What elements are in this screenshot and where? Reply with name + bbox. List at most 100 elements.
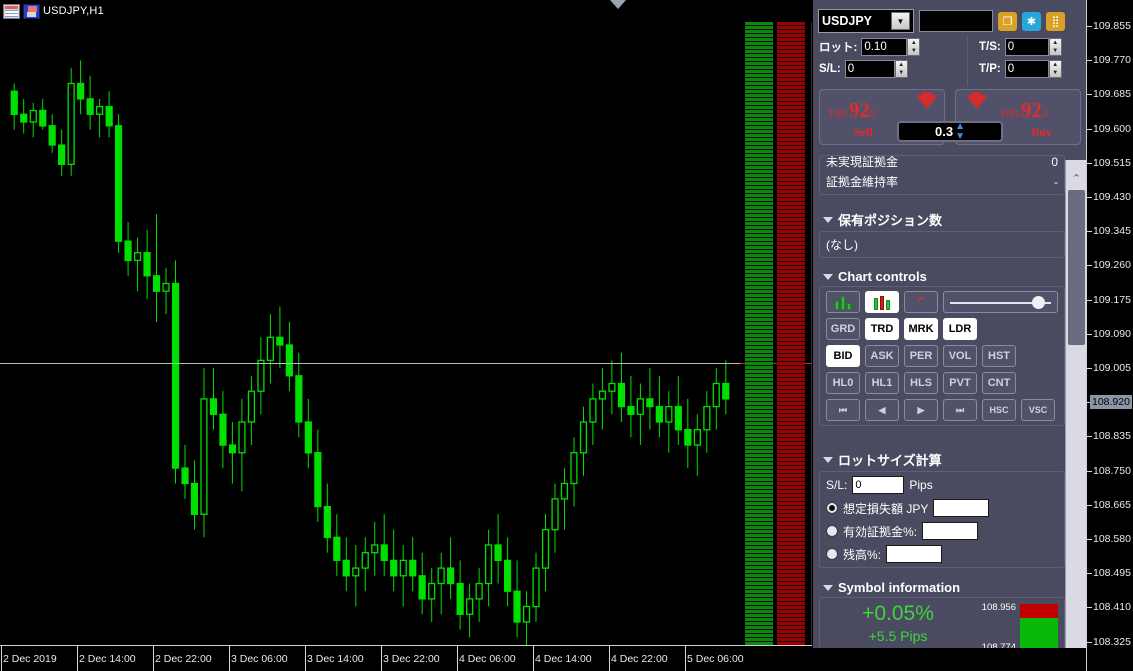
chart-control-grd-button[interactable]: GRD — [826, 318, 860, 340]
spread-spin-icon[interactable]: ▲ ▼ — [955, 121, 965, 142]
margin-section: 未実現証拠金 0 証拠金維持率 - — [819, 155, 1065, 195]
symbol-blank-field[interactable] — [919, 10, 993, 32]
lot-calc-option-1-label: 有効証拠金%: — [843, 524, 918, 539]
sl-input[interactable]: 0 — [844, 60, 895, 78]
lot-stepper[interactable]: ▲ ▼ — [907, 38, 921, 56]
chart-control-vsc-button[interactable]: VSC — [1021, 399, 1055, 421]
tp-stepper[interactable]: ▲ ▼ — [1048, 60, 1062, 78]
chart-controls-header-label: Chart controls — [838, 269, 927, 284]
chart-controls-row-5: ⏮ ◀ ▶ ⏭ HSC VSC — [826, 399, 1058, 421]
positions-header[interactable]: 保有ポジション数 — [819, 208, 1065, 231]
price-label: 109.770 — [1093, 54, 1131, 67]
line-mode-icon[interactable]: ⌃ — [904, 291, 938, 313]
chart-plot-area[interactable] — [0, 22, 740, 645]
chart-control-per-button[interactable]: PER — [904, 345, 938, 367]
chart-control--button[interactable]: ⏭ — [943, 399, 977, 421]
chart-control--button[interactable]: ◀ — [865, 399, 899, 421]
sl-stepper[interactable]: ▲ ▼ — [894, 60, 908, 78]
chart-control-bid-button[interactable]: BID — [826, 345, 860, 367]
lot-calc-sl-label: S/L: — [826, 478, 848, 492]
sell-label: Sell — [854, 125, 873, 139]
lot-calc-option-2-label: 残高%: — [843, 547, 882, 562]
chevron-down-icon[interactable]: ▼ — [891, 12, 910, 30]
zoom-slider[interactable] — [943, 291, 1058, 313]
lot-calc-option-0-input[interactable] — [933, 499, 990, 517]
ts-input[interactable]: 0 — [1004, 38, 1049, 56]
chart-control--button[interactable]: ⏮ — [826, 399, 860, 421]
sell-arrow-down-icon — [916, 95, 938, 109]
price-label: 108.580 — [1093, 533, 1131, 545]
window-icon[interactable] — [3, 3, 20, 19]
positions-value: (なし) — [826, 238, 858, 252]
ts-stepper[interactable]: ▲ ▼ — [1048, 38, 1062, 56]
chart-control--button[interactable]: ▶ — [904, 399, 938, 421]
depth-column-green — [745, 22, 773, 645]
lot-label: ロット: — [819, 42, 858, 54]
chart-control-hst-button[interactable]: HST — [982, 345, 1016, 367]
caret-down-icon[interactable] — [823, 273, 833, 280]
chart-controls-header[interactable]: Chart controls — [819, 267, 1065, 286]
positions-body: (なし) — [819, 231, 1065, 258]
time-tick — [77, 646, 78, 671]
symbol-info-change: +0.05% +5.5 Pips — [826, 602, 970, 644]
chart-control-ask-button[interactable]: ASK — [865, 345, 899, 367]
chart-control-cnt-button[interactable]: CNT — [982, 372, 1016, 394]
chart-controls-row-4: HL0 HL1 HLS PVT CNT — [826, 372, 1058, 394]
caret-down-icon[interactable] — [823, 216, 833, 223]
scrollbar-thumb[interactable] — [1068, 190, 1085, 345]
chart-control-ldr-button[interactable]: LDR — [943, 318, 977, 340]
bar-mode-icon[interactable] — [865, 291, 899, 313]
duplicate-icon[interactable]: ❐ — [998, 11, 1017, 31]
lot-calc-option-2-input[interactable] — [886, 545, 943, 563]
lot-calc-option-0[interactable]: 想定損失額 JPY — [826, 499, 1058, 517]
chart-control-hls-button[interactable]: HLS — [904, 372, 938, 394]
lot-calc-option-2[interactable]: 残高%: — [826, 545, 1058, 563]
radio-equity-percent[interactable] — [826, 525, 838, 537]
tp-label: T/P: — [979, 63, 1001, 75]
trade-panel: USDJPY ▼ ❐ ✱ ⣿ ロット: 0.10 ▲ ▼ S/L: 0 ▲ ▼ T/… — [813, 0, 1086, 671]
lot-calc-body: S/L: 0 Pips 想定損失額 JPY 有効証拠金%: 残高%: — [819, 471, 1065, 568]
chart-control-hl1-button[interactable]: HL1 — [865, 372, 899, 394]
time-axis: 2 Dec 2019 2 Dec 14:00 2 Dec 22:00 3 Dec 06… — [0, 645, 812, 671]
lot-calc-option-1-input[interactable] — [922, 522, 979, 540]
panel-scrollbar[interactable]: ⌃ ⌄ — [1065, 160, 1086, 671]
price-tick — [1087, 607, 1092, 609]
price-label: 109.855 — [1093, 20, 1131, 32]
chart-control-mrk-button[interactable]: MRK — [904, 318, 938, 340]
tp-input[interactable]: 0 — [1004, 60, 1049, 78]
caret-down-icon[interactable] — [823, 584, 833, 591]
caret-down-icon[interactable] — [823, 456, 833, 463]
scroll-up-icon[interactable]: ⌃ — [1066, 168, 1086, 189]
lot-calc-sl-input[interactable]: 0 — [852, 476, 905, 494]
sell-price-big: 92 — [849, 98, 870, 122]
chart-control-pvt-button[interactable]: PVT — [943, 372, 977, 394]
chart-control-trd-button[interactable]: TRD — [865, 318, 899, 340]
lot-calc-header[interactable]: ロットサイズ計算 — [819, 448, 1065, 471]
grid-icon[interactable]: ⣿ — [1046, 11, 1065, 31]
unrealized-margin-value: 0 — [1051, 156, 1058, 169]
spread-stepper[interactable]: 0.3 ▲ ▼ — [897, 121, 1003, 142]
radio-balance-percent[interactable] — [826, 548, 838, 560]
symbol-info-header[interactable]: Symbol information — [819, 578, 1065, 597]
gear-icon[interactable]: ✱ — [1022, 11, 1041, 31]
price-label: 109.515 — [1093, 156, 1131, 169]
price-axis[interactable]: 109.855 109.770 109.685 109.600 109.515 109.4… — [1086, 0, 1133, 671]
candle-mode-icon[interactable] — [826, 291, 860, 313]
sell-price-last: 0 — [870, 106, 876, 120]
lot-calc-option-1[interactable]: 有効証拠金%: — [826, 522, 1058, 540]
lot-input[interactable]: 0.10 — [861, 38, 908, 56]
zoom-slider-knob[interactable] — [1032, 296, 1045, 309]
save-icon[interactable] — [23, 3, 40, 19]
time-label: 2 Dec 22:00 — [155, 653, 212, 665]
symbol-select[interactable]: USDJPY ▼ — [818, 9, 914, 33]
chart-control-vol-button[interactable]: VOL — [943, 345, 977, 367]
chart-control-hsc-button[interactable]: HSC — [982, 399, 1016, 421]
chart-control-hl0-button[interactable]: HL0 — [826, 372, 860, 394]
order-fields: ロット: 0.10 ▲ ▼ S/L: 0 ▲ ▼ T/S: 0 ▲ ▼ T/P: 0 … — [819, 38, 1081, 83]
radio-loss-amount[interactable] — [826, 502, 838, 514]
symbol-change-percent: +0.05% — [862, 602, 934, 625]
chart-window: USDJPY,H1 2 Dec 2019 2 Dec 14:00 2 Dec 22:… — [0, 0, 812, 671]
spread-value: 0.3 — [935, 124, 954, 139]
buy-label: Buy — [1031, 125, 1052, 139]
price-tick — [1087, 504, 1092, 506]
